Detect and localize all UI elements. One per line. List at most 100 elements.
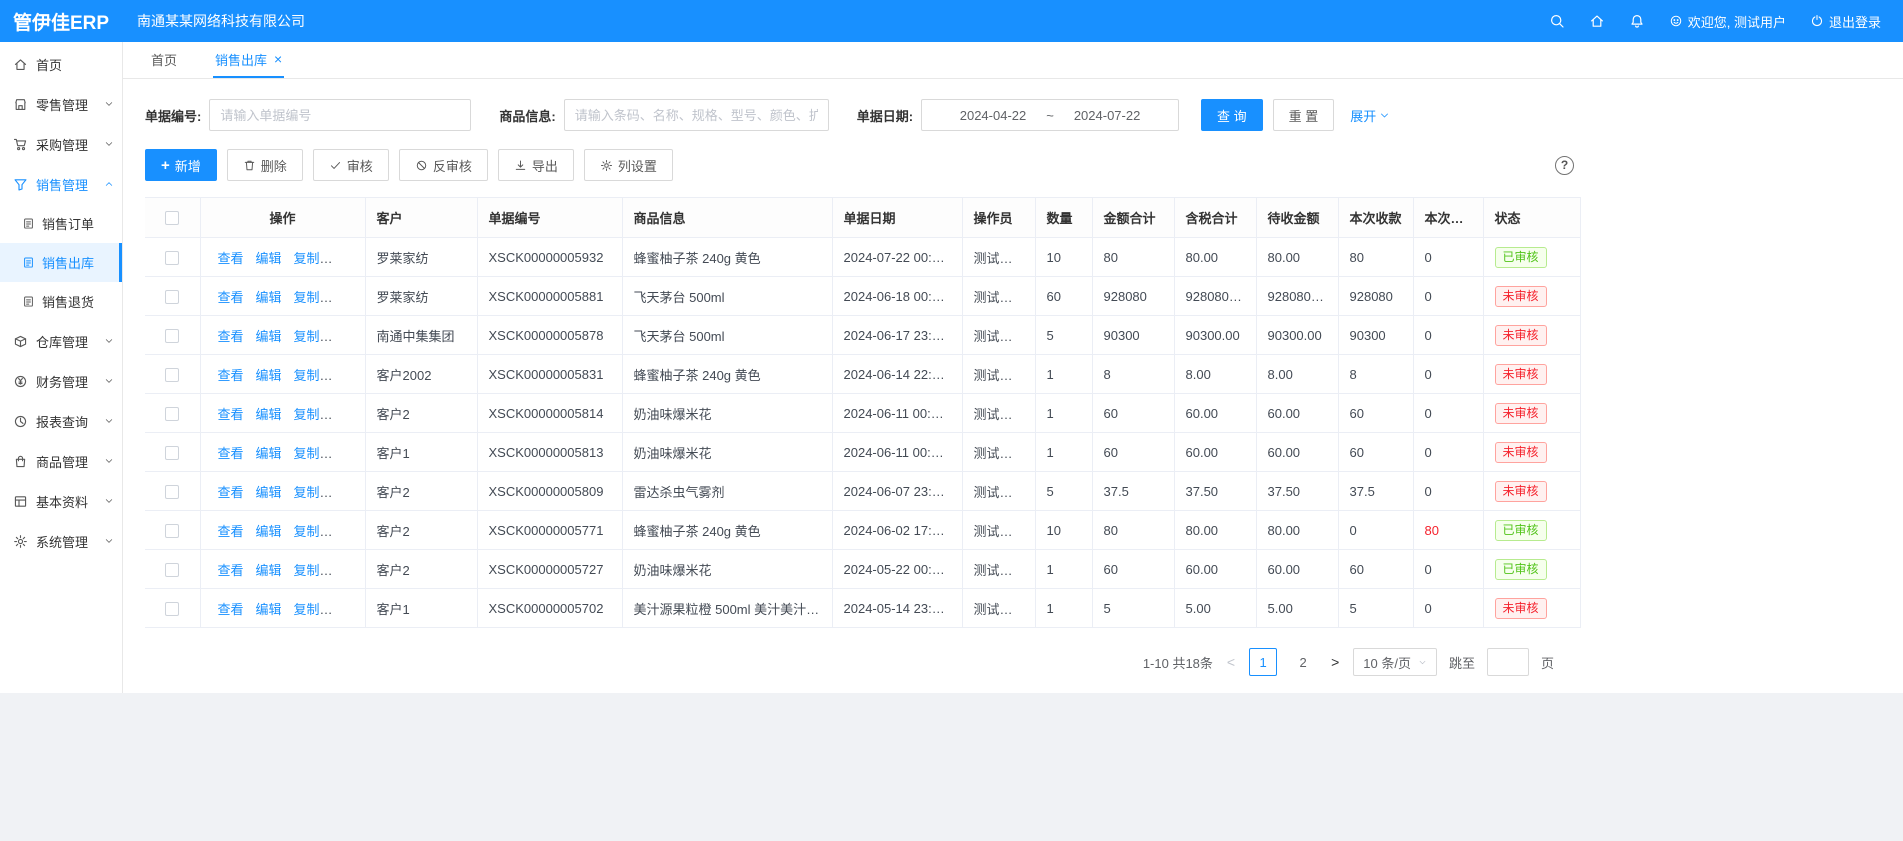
copy-link[interactable]: 复制 [294, 524, 320, 539]
sidebar-menu: 首页零售管理采购管理销售管理销售订单销售出库销售退货仓库管理财务管理报表查询商品… [0, 44, 122, 561]
delete-link[interactable]: 删除 [332, 329, 358, 344]
view-link[interactable]: 查看 [218, 446, 244, 461]
edit-link[interactable]: 编辑 [256, 290, 282, 305]
sidebar-subitem-sales-return[interactable]: 销售退货 [0, 282, 122, 321]
copy-link[interactable]: 复制 [294, 251, 320, 266]
copy-link[interactable]: 复制 [294, 446, 320, 461]
column-header: 操作员 [962, 198, 1035, 238]
received-cell: 60 [1338, 550, 1413, 589]
home-icon[interactable] [1589, 13, 1605, 29]
sidebar-item-sales[interactable]: 销售管理 [0, 164, 122, 204]
view-link[interactable]: 查看 [218, 251, 244, 266]
row-checkbox[interactable] [165, 290, 179, 304]
sidebar-item-basic[interactable]: 基本资料 [0, 481, 122, 521]
edit-link[interactable]: 编辑 [256, 407, 282, 422]
edit-link[interactable]: 编辑 [256, 368, 282, 383]
sidebar-item-warehouse[interactable]: 仓库管理 [0, 321, 122, 361]
reset-button[interactable]: 重 置 [1273, 99, 1335, 131]
export-button[interactable]: 导出 [498, 149, 574, 181]
copy-link[interactable]: 复制 [294, 368, 320, 383]
date-range-picker[interactable]: 2024-04-22 ~ 2024-07-22 [921, 99, 1179, 131]
delete-link[interactable]: 删除 [332, 524, 358, 539]
edit-link[interactable]: 编辑 [256, 563, 282, 578]
bill-no-input[interactable] [209, 99, 471, 131]
unaudit-button[interactable]: 反审核 [399, 149, 488, 181]
view-link[interactable]: 查看 [218, 290, 244, 305]
add-button[interactable]: +新增 [145, 149, 217, 181]
delete-link[interactable]: 删除 [332, 407, 358, 422]
jump-page-input[interactable] [1487, 648, 1529, 676]
expand-toggle[interactable]: 展开 [1350, 106, 1390, 125]
logout-button[interactable]: 退出登录 [1810, 12, 1881, 31]
sidebar-item-retail[interactable]: 零售管理 [0, 84, 122, 124]
row-checkbox[interactable] [165, 524, 179, 538]
sidebar-item-finance[interactable]: 财务管理 [0, 361, 122, 401]
delete-link[interactable]: 删除 [332, 368, 358, 383]
page-button-2[interactable]: 2 [1289, 648, 1317, 676]
copy-link[interactable]: 复制 [294, 485, 320, 500]
view-link[interactable]: 查看 [218, 563, 244, 578]
view-link[interactable]: 查看 [218, 407, 244, 422]
delete-link[interactable]: 删除 [332, 290, 358, 305]
audit-button[interactable]: 审核 [313, 149, 389, 181]
checkbox-cell [145, 277, 200, 316]
row-checkbox[interactable] [165, 485, 179, 499]
column-header: 本次欠款 [1413, 198, 1483, 238]
product-info-input[interactable] [564, 99, 829, 131]
edit-link[interactable]: 编辑 [256, 251, 282, 266]
select-all-checkbox[interactable] [165, 211, 179, 225]
delete-button[interactable]: 删除 [227, 149, 303, 181]
prev-page-button[interactable]: < [1225, 654, 1237, 670]
operator-cell: 测试用户 [962, 238, 1035, 277]
edit-link[interactable]: 编辑 [256, 602, 282, 617]
copy-link[interactable]: 复制 [294, 407, 320, 422]
row-checkbox[interactable] [165, 407, 179, 421]
row-checkbox[interactable] [165, 446, 179, 460]
delete-link[interactable]: 删除 [332, 251, 358, 266]
next-page-button[interactable]: > [1329, 654, 1341, 670]
view-link[interactable]: 查看 [218, 602, 244, 617]
sidebar-item-system[interactable]: 系统管理 [0, 521, 122, 561]
copy-link[interactable]: 复制 [294, 290, 320, 305]
column-settings-button[interactable]: 列设置 [584, 149, 673, 181]
sidebar-item-product[interactable]: 商品管理 [0, 441, 122, 481]
view-link[interactable]: 查看 [218, 329, 244, 344]
delete-link[interactable]: 删除 [332, 446, 358, 461]
edit-link[interactable]: 编辑 [256, 524, 282, 539]
sidebar-item-home[interactable]: 首页 [0, 44, 122, 84]
edit-link[interactable]: 编辑 [256, 329, 282, 344]
row-checkbox[interactable] [165, 563, 179, 577]
sidebar-subitem-sales-outbound[interactable]: 销售出库 [0, 243, 122, 282]
tab-sales-outbound[interactable]: 销售出库× [213, 42, 284, 78]
help-icon[interactable]: ? [1555, 156, 1574, 175]
delete-link[interactable]: 删除 [332, 563, 358, 578]
row-checkbox[interactable] [165, 251, 179, 265]
delete-link[interactable]: 删除 [332, 602, 358, 617]
close-icon[interactable]: × [274, 52, 282, 66]
search-button[interactable]: 查 询 [1201, 99, 1263, 131]
row-checkbox[interactable] [165, 329, 179, 343]
row-checkbox[interactable] [165, 368, 179, 382]
edit-link[interactable]: 编辑 [256, 446, 282, 461]
copy-link[interactable]: 复制 [294, 602, 320, 617]
view-link[interactable]: 查看 [218, 368, 244, 383]
edit-link[interactable]: 编辑 [256, 485, 282, 500]
page-size-select[interactable]: 10 条/页 [1353, 648, 1437, 676]
copy-link[interactable]: 复制 [294, 563, 320, 578]
copy-link[interactable]: 复制 [294, 329, 320, 344]
customer-cell: 客户2 [365, 511, 477, 550]
page-button-1[interactable]: 1 [1249, 648, 1277, 676]
row-checkbox[interactable] [165, 602, 179, 616]
sidebar-item-report[interactable]: 报表查询 [0, 401, 122, 441]
tab-home[interactable]: 首页 [149, 42, 179, 78]
date-start-value[interactable]: 2024-04-22 [960, 108, 1027, 123]
date-end-value[interactable]: 2024-07-22 [1074, 108, 1141, 123]
welcome-user[interactable]: 欢迎您, 测试用户 [1669, 12, 1786, 31]
sidebar-item-purchase[interactable]: 采购管理 [0, 124, 122, 164]
search-icon[interactable] [1549, 13, 1565, 29]
view-link[interactable]: 查看 [218, 524, 244, 539]
bell-icon[interactable] [1629, 13, 1645, 29]
view-link[interactable]: 查看 [218, 485, 244, 500]
sidebar-subitem-sales-order[interactable]: 销售订单 [0, 204, 122, 243]
delete-link[interactable]: 删除 [332, 485, 358, 500]
